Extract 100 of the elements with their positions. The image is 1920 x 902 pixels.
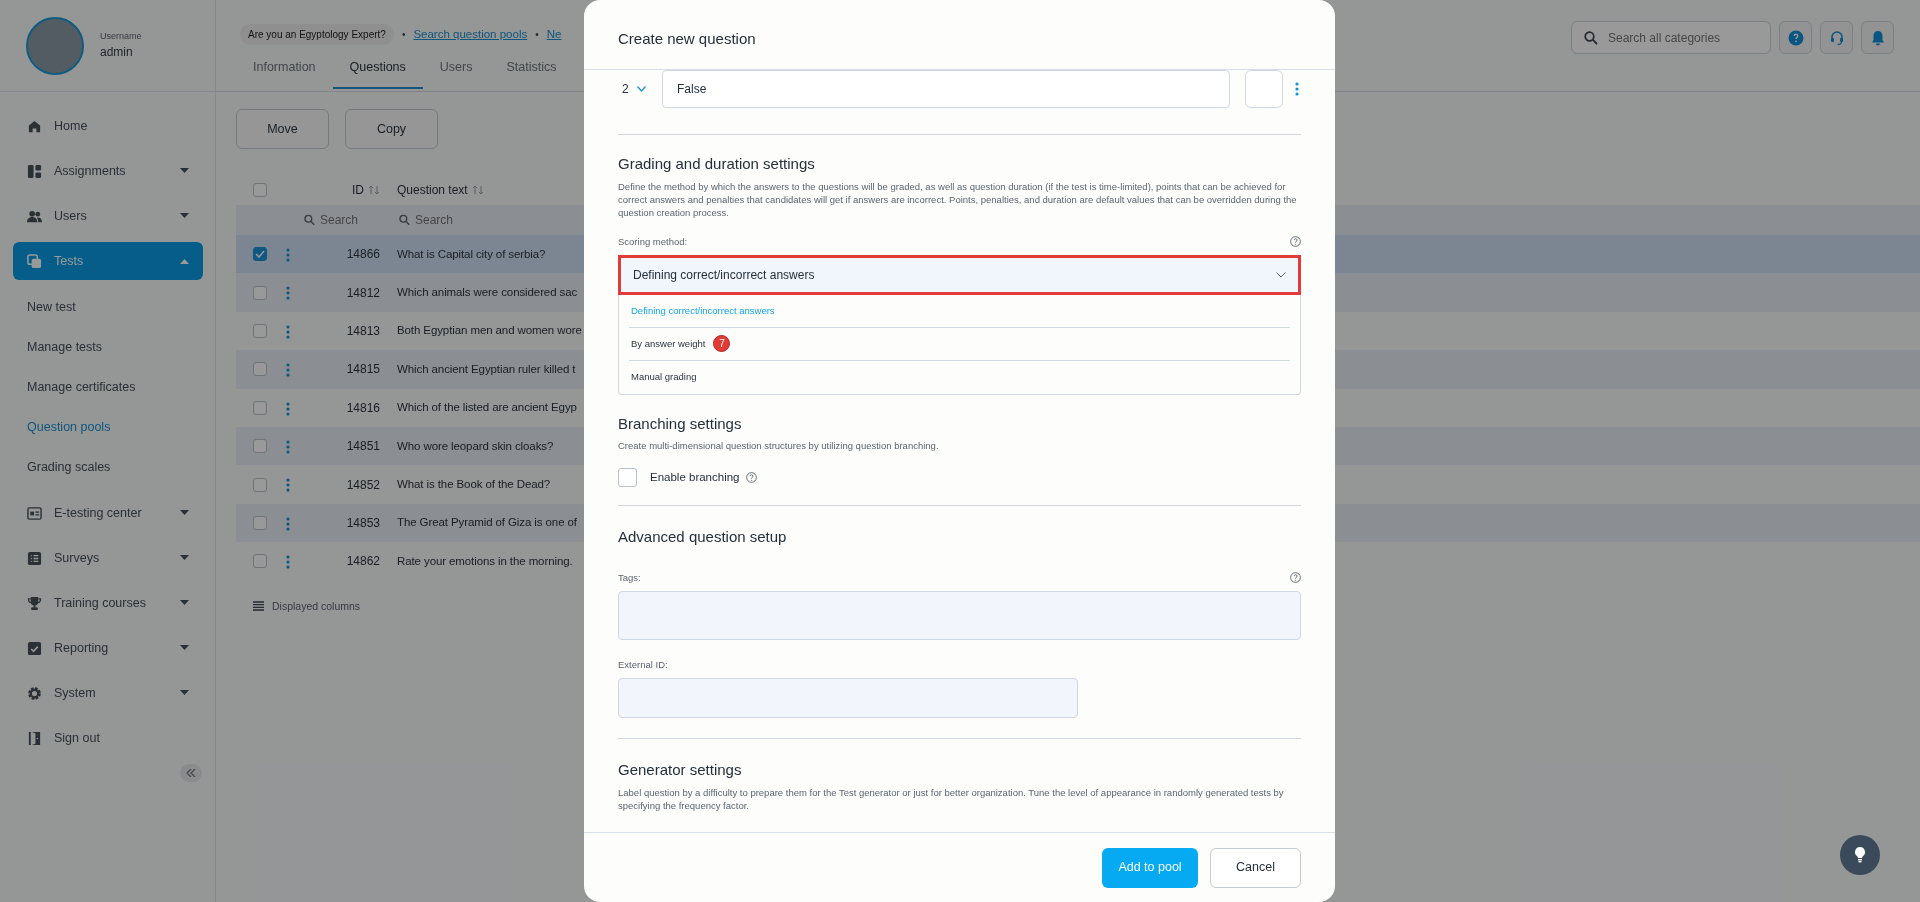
question-text: Which of the listed are ancient Egyp: [397, 400, 577, 416]
question-text: Who wore leopard skin cloaks?: [397, 438, 554, 454]
sidebar-item[interactable]: Users: [13, 197, 203, 235]
text-field[interactable]: [618, 678, 1078, 719]
row-checkbox[interactable]: [253, 477, 267, 492]
tab[interactable]: Users: [422, 58, 490, 89]
support-button[interactable]: [1820, 21, 1853, 54]
row-checkbox[interactable]: [253, 247, 267, 262]
checkbox-label[interactable]: Enable branching: [650, 469, 740, 487]
select-all-checkbox[interactable]: [253, 183, 267, 197]
scoring-method-select[interactable]: Defining correct/incorrect answers: [618, 254, 1301, 295]
copies-icon: [27, 253, 42, 269]
breadcrumb-link[interactable]: Search question pools: [413, 25, 528, 44]
kebab-menu-icon[interactable]: [286, 555, 290, 570]
tab[interactable]: Questions: [332, 58, 423, 89]
sidebar-subitem[interactable]: Question pools: [0, 407, 215, 447]
question-id: 14866: [345, 246, 380, 264]
row-checkbox[interactable]: [253, 554, 267, 569]
sidebar-item[interactable]: Training courses: [13, 584, 203, 622]
kebab-menu-icon[interactable]: [286, 516, 290, 531]
question-id: 14853: [345, 514, 380, 532]
username-label: Username: [100, 29, 142, 43]
kebab-menu-icon[interactable]: [286, 478, 290, 493]
kebab-menu-icon[interactable]: [286, 439, 290, 454]
question-text: Rate your emotions in the morning.: [397, 553, 573, 569]
answer-points-field[interactable]: [1245, 70, 1283, 108]
column-header[interactable]: Question text: [397, 181, 468, 199]
trophy-icon: [27, 595, 42, 611]
home-icon: [27, 118, 42, 134]
question-id: 14851: [345, 438, 380, 456]
step-badge: 7: [713, 335, 731, 353]
help-icon: [745, 472, 757, 484]
filter-field[interactable]: Search: [302, 210, 372, 230]
tags-field[interactable]: [618, 591, 1301, 640]
column-header[interactable]: ID: [352, 181, 364, 199]
kebab-menu-icon[interactable]: [286, 363, 290, 378]
kebab-menu-icon[interactable]: [286, 324, 290, 339]
dropdown-option[interactable]: By answer weight 7: [629, 327, 1290, 361]
cancel-button[interactable]: Cancel: [1210, 847, 1301, 888]
toolbar-button[interactable]: Copy: [345, 109, 438, 149]
row-checkbox[interactable]: [253, 323, 267, 338]
row-checkbox[interactable]: [253, 515, 267, 530]
field-label: Scoring method:: [618, 234, 688, 249]
row-checkbox[interactable]: [253, 362, 267, 377]
notifications-button[interactable]: [1861, 21, 1894, 54]
sidebar-subitem[interactable]: New test: [0, 287, 215, 327]
kebab-menu-icon[interactable]: [1295, 82, 1299, 96]
question-id: 14813: [345, 322, 380, 340]
tab[interactable]: Statistics: [489, 58, 574, 89]
row-checkbox[interactable]: [253, 439, 267, 454]
chevron-down-icon: [636, 86, 646, 92]
dropdown-option[interactable]: Manual grading: [629, 360, 1290, 394]
question-id: 14816: [345, 399, 380, 417]
dropdown-option[interactable]: Defining correct/incorrect answers: [629, 294, 1290, 328]
sort-icon: [368, 185, 380, 195]
search-icon: [304, 214, 315, 226]
sidebar-subitem[interactable]: Manage tests: [0, 327, 215, 367]
add-to-pool-button[interactable]: Add to pool: [1102, 847, 1198, 888]
kebab-menu-icon[interactable]: [286, 248, 290, 262]
breadcrumb-link[interactable]: Ne: [546, 25, 562, 44]
sidebar-item[interactable]: Surveys: [13, 539, 203, 577]
chevron-down-icon: [1276, 271, 1286, 278]
check-square-icon: [27, 640, 42, 656]
bullet-separator: •: [535, 28, 539, 42]
bullet-separator: •: [401, 28, 406, 42]
field-label: Tags:: [618, 570, 641, 585]
question-text: What is the Book of the Dead?: [397, 476, 551, 492]
lightbulb-icon[interactable]: [1854, 846, 1866, 864]
search-icon: [399, 214, 410, 226]
answer-field[interactable]: False: [662, 70, 1230, 108]
sidebar-item[interactable]: Home: [13, 107, 203, 145]
users-icon: [27, 208, 42, 224]
list-icon: [27, 550, 42, 566]
sidebar-item[interactable]: System: [13, 674, 203, 712]
collapse-button[interactable]: [180, 764, 202, 782]
headset-icon: [1828, 29, 1845, 46]
sidebar-item[interactable]: Sign out: [13, 719, 203, 757]
id-card-icon: [27, 505, 42, 521]
lightbulb-button[interactable]: [1840, 835, 1880, 875]
question-text: What is Capital city of serbia?: [397, 246, 546, 262]
sidebar-subitem[interactable]: Manage certificates: [0, 367, 215, 407]
tab[interactable]: Information: [236, 58, 333, 89]
search-field[interactable]: Search all categories: [1571, 21, 1771, 54]
kebab-menu-icon[interactable]: [286, 286, 290, 301]
checkbox[interactable]: [618, 468, 637, 488]
kebab-menu-icon[interactable]: [286, 401, 290, 416]
sidebar-item[interactable]: Reporting: [13, 629, 203, 667]
row-checkbox[interactable]: [253, 400, 267, 415]
sidebar-item[interactable]: Tests: [13, 242, 203, 280]
sidebar-item[interactable]: E-testing center: [13, 494, 203, 532]
sidebar-item[interactable]: Assignments: [13, 152, 203, 190]
displayed-columns-button[interactable]: Displayed columns: [253, 598, 361, 615]
filter-field[interactable]: Search: [397, 210, 467, 230]
row-checkbox[interactable]: [253, 285, 267, 300]
help-button[interactable]: [1779, 21, 1812, 54]
question-text: The Great Pyramid of Giza is one of: [397, 515, 577, 531]
toolbar-button[interactable]: Move: [236, 109, 329, 149]
gear-icon: [27, 685, 42, 701]
bell-icon: [1869, 29, 1886, 46]
sidebar-subitem[interactable]: Grading scales: [0, 447, 215, 487]
